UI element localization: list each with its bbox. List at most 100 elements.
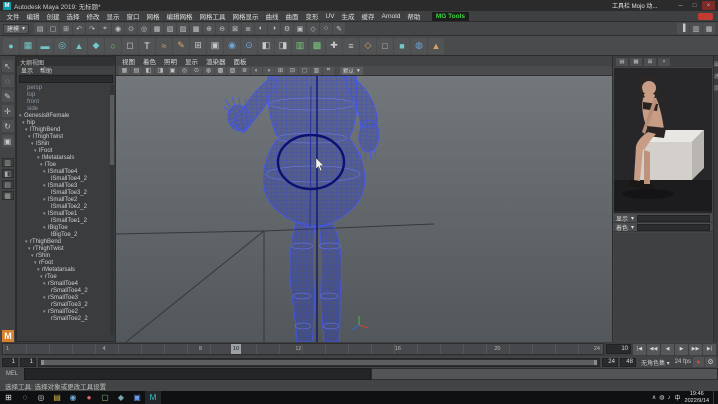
row-value-field[interactable] bbox=[637, 215, 710, 222]
outliner-node[interactable]: ▾lToe bbox=[17, 162, 115, 169]
side-strip-tab[interactable]: 属 bbox=[714, 61, 718, 68]
menu-item[interactable]: 窗口 bbox=[123, 11, 143, 21]
outliner-node[interactable]: ▾lBigToe bbox=[17, 225, 115, 232]
range-slider-bar[interactable] bbox=[41, 360, 597, 365]
shelf-tool-icon[interactable]: ≡ bbox=[343, 38, 359, 54]
viewport-toolbar-icon[interactable]: ◧ bbox=[143, 67, 154, 75]
viewport-toolbar-icon[interactable]: ⊙ bbox=[191, 67, 202, 75]
viewport-toolbar-icon[interactable]: ◑ bbox=[263, 67, 274, 75]
start-button[interactable]: ⊞ bbox=[0, 391, 17, 404]
minimize-button[interactable]: ─ bbox=[674, 1, 687, 10]
taskbar-app-icon[interactable]: M bbox=[145, 391, 161, 404]
viewport-toolbar-icon[interactable]: ◐ bbox=[251, 67, 262, 75]
status-icon[interactable]: ▩ bbox=[190, 23, 202, 34]
outliner-node[interactable]: rSmallToe2_2 bbox=[17, 316, 115, 323]
shelf-tool-icon[interactable]: ⊙ bbox=[241, 38, 257, 54]
outliner-node[interactable]: ▾hip bbox=[17, 120, 115, 127]
shelf-tool-icon[interactable]: ▩ bbox=[309, 38, 325, 54]
side-panel-row[interactable]: 着色 ▾ bbox=[613, 223, 713, 232]
shelf-tool-icon[interactable]: ▣ bbox=[207, 38, 223, 54]
shelf-tool-icon[interactable]: ⊞ bbox=[190, 38, 206, 54]
shelf-tool-icon[interactable]: ○ bbox=[105, 38, 121, 54]
panel-menu-item[interactable]: 显示 bbox=[185, 56, 198, 66]
menu-item[interactable]: 编辑 bbox=[23, 11, 43, 21]
taskbar-app-icon[interactable]: ◎ bbox=[33, 391, 49, 404]
menu-item[interactable]: 选择 bbox=[63, 11, 83, 21]
status-icon[interactable]: ↷ bbox=[86, 23, 98, 34]
row-value-field[interactable] bbox=[637, 224, 710, 231]
status-icon[interactable]: ≣ bbox=[242, 23, 254, 34]
side-strip-tab[interactable]: 通 bbox=[714, 73, 718, 80]
viewport-toolbar-icon[interactable]: ⊟ bbox=[287, 67, 298, 75]
panel-menu-item[interactable]: 照明 bbox=[164, 56, 177, 66]
status-icon[interactable]: ▦ bbox=[151, 23, 163, 34]
tool-icon[interactable]: ↻ bbox=[2, 120, 14, 132]
menu-item[interactable]: 显示 bbox=[103, 11, 123, 21]
tool-icon[interactable]: ◌ bbox=[2, 75, 14, 87]
range-handle-left[interactable] bbox=[41, 360, 44, 365]
range-slider[interactable] bbox=[38, 358, 600, 367]
viewport-toolbar-icon[interactable]: ▦ bbox=[119, 67, 130, 75]
viewport-toolbar-icon[interactable]: ▥ bbox=[311, 67, 322, 75]
menu-item[interactable]: 网格显示 bbox=[229, 11, 262, 21]
current-frame-marker[interactable]: 10 bbox=[231, 344, 241, 354]
outliner-node[interactable]: lSmallToe3_2 bbox=[17, 190, 115, 197]
outliner-node[interactable]: ▾rFoot bbox=[17, 260, 115, 267]
viewport-toolbar-icon[interactable]: ▤ bbox=[131, 67, 142, 75]
shelf-tool-icon[interactable]: ● bbox=[3, 38, 19, 54]
tool-icon[interactable]: ✛ bbox=[2, 105, 14, 117]
anim-pref-icon[interactable]: ● bbox=[693, 357, 704, 367]
viewport-toolbar-icon[interactable]: ◨ bbox=[155, 67, 166, 75]
outliner-node[interactable]: front bbox=[17, 99, 115, 106]
outliner-node[interactable]: ▾lSmallToe3 bbox=[17, 183, 115, 190]
outliner-node[interactable]: ▾lShin bbox=[17, 141, 115, 148]
panel-menu-item[interactable]: 视图 bbox=[122, 56, 135, 66]
shelf-tool-icon[interactable]: □ bbox=[377, 38, 393, 54]
anim-end-field[interactable]: 48 bbox=[620, 358, 636, 367]
shelf-tool-icon[interactable]: ◻ bbox=[122, 38, 138, 54]
menu-item[interactable]: 文件 bbox=[3, 11, 23, 21]
menu-item[interactable]: 帮助 bbox=[404, 11, 424, 21]
taskbar-clock[interactable]: 19:46 2022/9/14 bbox=[685, 391, 709, 404]
outliner-node[interactable]: ▾lFoot bbox=[17, 148, 115, 155]
panel-menu-item[interactable]: 着色 bbox=[143, 56, 156, 66]
menu-item[interactable]: 修改 bbox=[83, 11, 103, 21]
maximize-button[interactable]: □ bbox=[688, 1, 701, 10]
panel-menu-item[interactable]: 面板 bbox=[234, 56, 247, 66]
menu-item[interactable]: Arnold bbox=[378, 13, 404, 20]
status-icon[interactable]: ⊠ bbox=[229, 23, 241, 34]
status-icon[interactable]: ◎ bbox=[138, 23, 150, 34]
character-set-selector[interactable]: 无角色集 ▾ bbox=[638, 358, 673, 367]
outliner-node[interactable]: ▾rMetatarsals bbox=[17, 267, 115, 274]
command-language-toggle[interactable]: MEL bbox=[0, 368, 24, 380]
search-icon[interactable]: ◌ bbox=[17, 391, 33, 404]
tray-icon[interactable]: ∧ bbox=[652, 394, 656, 401]
outliner-node[interactable]: ▾rSmallToe3 bbox=[17, 295, 115, 302]
close-button[interactable]: × bbox=[702, 1, 715, 10]
shelf-tool-icon[interactable]: ▲ bbox=[71, 38, 87, 54]
layout-button[interactable]: ▦ bbox=[2, 191, 14, 200]
outliner-node[interactable]: ▾rShin bbox=[17, 253, 115, 260]
anim-start-field[interactable]: 1 bbox=[2, 358, 18, 367]
viewport-toolbar-icon[interactable]: ≣ bbox=[239, 67, 250, 75]
status-icon[interactable]: ⊙ bbox=[125, 23, 137, 34]
status-icon[interactable]: ⌖ bbox=[99, 23, 111, 34]
outliner-menu-item[interactable]: 显示 bbox=[21, 66, 33, 75]
menu-item[interactable]: UV bbox=[322, 13, 338, 20]
playback-button[interactable]: ◀◀ bbox=[647, 344, 660, 355]
taskbar-app-icon[interactable]: ▣ bbox=[129, 391, 145, 404]
shelf-tool-icon[interactable]: ◨ bbox=[275, 38, 291, 54]
taskbar-app-icon[interactable]: ◆ bbox=[113, 391, 129, 404]
tool-icon[interactable]: ▣ bbox=[2, 135, 14, 147]
playback-button[interactable]: ▶ bbox=[675, 344, 688, 355]
shelf-tool-icon[interactable]: ◉ bbox=[224, 38, 240, 54]
menu-item[interactable]: 网格 bbox=[143, 11, 163, 21]
shelf-tool-icon[interactable]: ◍ bbox=[411, 38, 427, 54]
layout-button[interactable]: ◧ bbox=[2, 169, 14, 178]
command-input[interactable] bbox=[24, 368, 371, 380]
outliner-node[interactable]: ▾lSmallToe2 bbox=[17, 197, 115, 204]
status-icon[interactable]: ✎ bbox=[333, 23, 345, 34]
viewport-toolbar-icon[interactable]: ⌗ bbox=[323, 67, 334, 75]
shelf-tool-icon[interactable]: ◎ bbox=[54, 38, 70, 54]
tray-icon[interactable]: ◍ bbox=[659, 394, 664, 401]
